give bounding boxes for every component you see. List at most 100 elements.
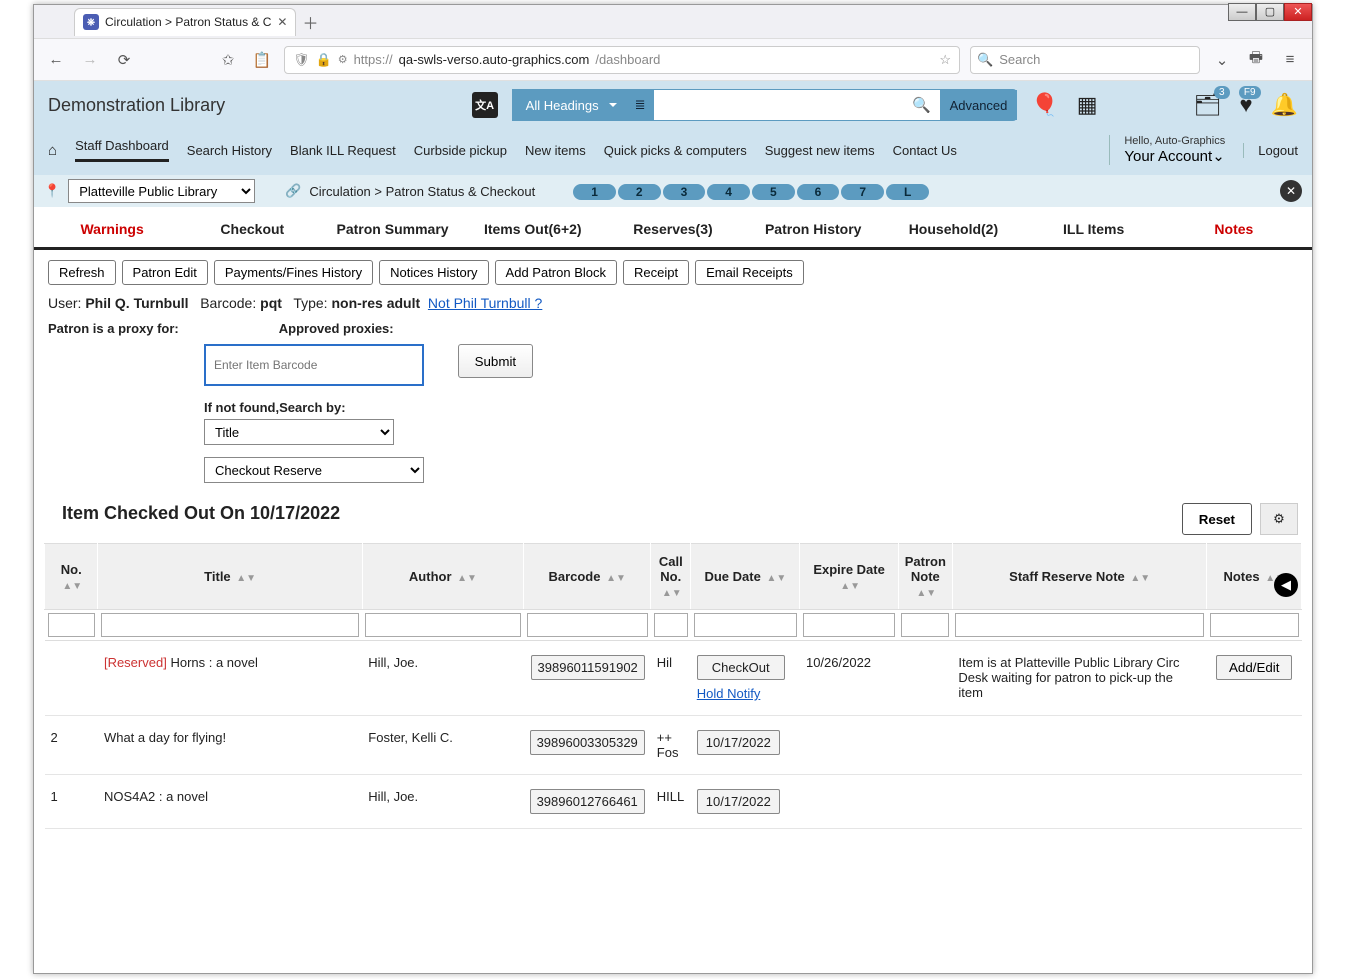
email-receipts-button[interactable]: Email Receipts <box>695 260 804 285</box>
notices-history-button[interactable]: Notices History <box>379 260 488 285</box>
subtab-notes[interactable]: Notes <box>1166 215 1302 243</box>
filter-expire-date[interactable] <box>803 613 895 637</box>
nav-contact[interactable]: Contact Us <box>893 143 957 158</box>
patron-edit-button[interactable]: Patron Edit <box>122 260 208 285</box>
nav-blank-ill[interactable]: Blank ILL Request <box>290 143 396 158</box>
session-pill-5[interactable]: 5 <box>752 184 795 200</box>
reset-button[interactable]: Reset <box>1182 503 1252 535</box>
filter-notes[interactable] <box>1210 613 1299 637</box>
logout-link[interactable]: Logout <box>1243 143 1298 158</box>
col-call-no-[interactable]: Call No. ▲▼ <box>651 544 691 610</box>
bookmark-star-icon[interactable]: ✩ <box>216 48 240 72</box>
close-panel-icon[interactable]: ✕ <box>1280 180 1302 202</box>
add-patron-block-button[interactable]: Add Patron Block <box>495 260 617 285</box>
refresh-button[interactable]: Refresh <box>48 260 116 285</box>
session-pill-4[interactable]: 4 <box>707 184 750 200</box>
col-barcode[interactable]: Barcode ▲▼ <box>524 544 651 610</box>
language-icon[interactable]: 文A <box>472 92 498 118</box>
advanced-search-button[interactable]: Advanced <box>940 90 1018 120</box>
headings-dropdown[interactable]: All Headings <box>512 89 627 121</box>
due-date[interactable]: 10/17/2022 <box>697 789 780 814</box>
item-barcode-input[interactable] <box>204 344 424 386</box>
session-pill-7[interactable]: 7 <box>841 184 884 200</box>
item-barcode[interactable]: 39896011591902 <box>531 655 645 680</box>
filter-title[interactable] <box>101 613 359 637</box>
nav-staff-dashboard[interactable]: Staff Dashboard <box>75 138 169 162</box>
filter-barcode[interactable] <box>527 613 648 637</box>
cart-icon[interactable]: 🗂3 <box>1194 92 1222 118</box>
back-button[interactable]: ← <box>44 48 68 72</box>
not-patron-link[interactable]: Not Phil Turnbull ? <box>428 295 542 311</box>
nav-suggest[interactable]: Suggest new items <box>765 143 875 158</box>
bookmark-page-icon[interactable]: ☆ <box>939 52 951 68</box>
url-bar[interactable]: 🛡 🔒 ⚙ https://qa-swls-verso.auto-graphic… <box>284 46 960 74</box>
filter-patron-note[interactable] <box>901 613 949 637</box>
your-account-dropdown[interactable]: Your Account⌄ <box>1124 147 1225 165</box>
checkout-button[interactable]: CheckOut <box>697 655 785 680</box>
home-icon[interactable]: ⌂ <box>48 142 57 159</box>
filter-author[interactable] <box>365 613 520 637</box>
col-patron-note[interactable]: Patron Note ▲▼ <box>898 544 952 610</box>
window-maximize[interactable]: ▢ <box>1256 3 1284 21</box>
collapse-columns-icon[interactable]: ◀ <box>1274 573 1298 597</box>
catalog-search-input[interactable] <box>654 90 904 120</box>
col-expire-date[interactable]: Expire Date ▲▼ <box>800 544 898 610</box>
subtab-ill-items[interactable]: ILL Items <box>1026 215 1162 243</box>
filter-no-[interactable] <box>48 613 95 637</box>
checkout-reserve-select[interactable]: Checkout Reserve <box>204 457 424 483</box>
col-staff-reserve-note[interactable]: Staff Reserve Note ▲▼ <box>952 544 1207 610</box>
nav-search-history[interactable]: Search History <box>187 143 272 158</box>
search-by-select[interactable]: Title <box>204 419 394 445</box>
menu-icon[interactable]: ≡ <box>1278 48 1302 72</box>
submit-button[interactable]: Submit <box>458 344 533 378</box>
window-close[interactable]: ✕ <box>1284 3 1312 21</box>
window-minimize[interactable]: — <box>1228 3 1256 21</box>
scanner-icon[interactable]: ▦ <box>1077 92 1098 118</box>
session-pill-6[interactable]: 6 <box>797 184 840 200</box>
pocket-icon[interactable]: ⌄ <box>1210 48 1234 72</box>
subtab-patron-history[interactable]: Patron History <box>745 215 881 243</box>
filter-due-date[interactable] <box>694 613 797 637</box>
session-pill-L[interactable]: L <box>886 184 929 200</box>
session-pill-3[interactable]: 3 <box>663 184 706 200</box>
filter-call-no-[interactable] <box>654 613 688 637</box>
library-select[interactable]: Platteville Public Library <box>68 179 255 203</box>
database-icon[interactable]: ≣ <box>627 97 654 113</box>
forward-button[interactable]: → <box>78 48 102 72</box>
browser-tab[interactable]: ⎈ Circulation > Patron Status & C ✕ <box>74 8 296 36</box>
nav-quick-picks[interactable]: Quick picks & computers <box>604 143 747 158</box>
subtab-reserves-[interactable]: Reserves(3) <box>605 215 741 243</box>
subtab-items-out-[interactable]: Items Out(6+2) <box>465 215 601 243</box>
item-barcode[interactable]: 39896012766461 <box>530 789 645 814</box>
browser-search[interactable]: 🔍 Search <box>970 46 1200 74</box>
subtab-checkout[interactable]: Checkout <box>184 215 320 243</box>
print-icon[interactable]: 🖶 <box>1244 48 1268 72</box>
subtab-patron-summary[interactable]: Patron Summary <box>324 215 460 243</box>
search-button[interactable]: 🔍 <box>904 90 940 120</box>
subtab-warnings[interactable]: Warnings <box>44 215 180 243</box>
reload-button[interactable]: ⟳ <box>112 48 136 72</box>
payments-fines-history-button[interactable]: Payments/Fines History <box>214 260 373 285</box>
tab-close-icon[interactable]: ✕ <box>277 15 287 29</box>
favorites-icon[interactable]: ♥F9 <box>1240 92 1253 118</box>
col-due-date[interactable]: Due Date ▲▼ <box>691 544 800 610</box>
col-no-[interactable]: No. ▲▼ <box>45 544 98 610</box>
subtab-household-[interactable]: Household(2) <box>885 215 1021 243</box>
session-pill-2[interactable]: 2 <box>618 184 661 200</box>
notifications-icon[interactable]: 🔔 <box>1271 92 1298 118</box>
hold-notify-link[interactable]: Hold Notify <box>697 686 794 701</box>
nav-curbside[interactable]: Curbside pickup <box>414 143 507 158</box>
col-author[interactable]: Author ▲▼ <box>362 544 523 610</box>
clipboard-icon[interactable]: 📋 <box>250 48 274 72</box>
receipt-button[interactable]: Receipt <box>623 260 689 285</box>
table-settings-icon[interactable]: ⚙ <box>1260 503 1298 535</box>
item-barcode[interactable]: 39896003305329 <box>530 730 645 755</box>
balloon-icon[interactable]: 🎈 <box>1031 92 1058 118</box>
new-tab-button[interactable]: ＋ <box>302 10 318 34</box>
add-edit-note-button[interactable]: Add/Edit <box>1216 655 1292 680</box>
filter-staff-reserve-note[interactable] <box>955 613 1204 637</box>
session-pill-1[interactable]: 1 <box>573 184 616 200</box>
nav-new-items[interactable]: New items <box>525 143 586 158</box>
due-date[interactable]: 10/17/2022 <box>697 730 780 755</box>
col-title[interactable]: Title ▲▼ <box>98 544 362 610</box>
